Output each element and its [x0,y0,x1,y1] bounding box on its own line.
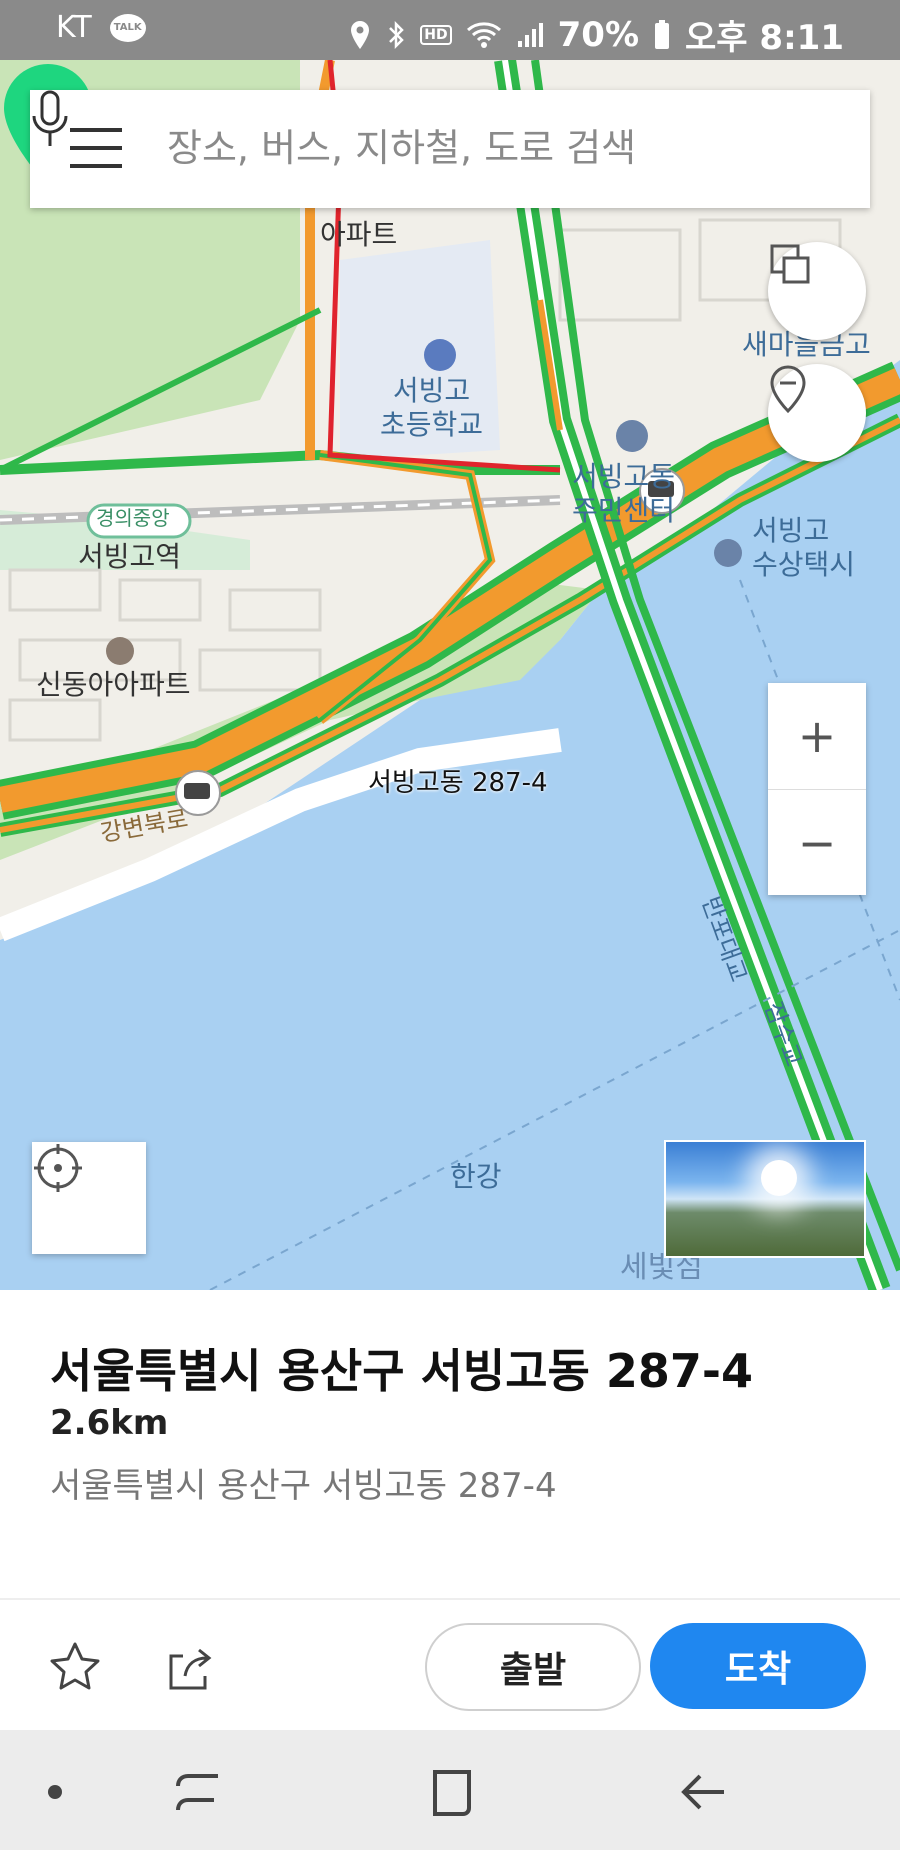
map-label-line-badge: 경의중앙 [96,506,170,530]
hd-voice-icon: HD [420,24,452,45]
map-label-river: 한강 [450,1160,502,1193]
map-label-station: 서빙고역 [78,540,182,573]
arrive-button[interactable]: 도착 [650,1623,866,1709]
divider [0,1598,900,1600]
status-left: KT TALK [56,10,146,45]
map-label-shindong-apt: 신동아아파트 [36,668,191,701]
battery-percent: 70% [557,14,640,55]
location-pin-outline-icon [770,365,806,414]
layers-icon [770,244,810,284]
wifi-icon [466,21,501,48]
signal-icon [517,22,543,47]
back-icon[interactable] [678,1770,728,1814]
status-right: HD 70% 오후 8:11 [348,10,844,59]
place-title: 서울특별시 용산구 서빙고동 287-4 [50,1344,754,1398]
search-bar [30,90,870,208]
search-input[interactable] [165,112,769,184]
mic-icon[interactable] [30,90,70,150]
share-icon[interactable] [165,1642,215,1692]
location-status-icon [351,20,370,49]
map-label-pin: 서빙고동 287-4 [368,768,548,798]
my-location-button[interactable] [32,1142,146,1254]
zoom-in-button[interactable]: + [768,683,866,790]
zoom-out-button[interactable]: − [768,790,866,896]
place-address: 서울특별시 용산구 서빙고동 287-4 [50,1466,557,1506]
nav-dot-icon [48,1785,62,1799]
recent-icon[interactable] [172,1770,222,1816]
place-sheet: 서울특별시 용산구 서빙고동 287-4 2.6km 서울특별시 용산구 서빙고… [0,1290,900,1730]
map-label-water-taxi: 서빙고 수상택시 [752,514,856,581]
clock: 오후 8:11 [685,18,844,58]
map-label-school: 서빙고 초등학교 [380,374,484,441]
location-mode-button[interactable] [768,364,866,462]
map-view[interactable]: 아파트 서빙고 초등학교 서빙고동 주민센터 새마을금고 경의중앙 서빙고역 서… [0,60,900,1290]
status-bar: KT TALK HD 70% 오후 8:11 [0,0,900,60]
depart-button[interactable]: 출발 [425,1623,641,1711]
layers-button[interactable] [768,242,866,340]
zoom-control: + − [768,683,866,895]
carrier-label: KT [56,10,92,45]
battery-icon [655,19,670,49]
map-label-community-center: 서빙고동 주민센터 [572,460,676,527]
system-nav-bar [0,1730,900,1850]
crosshair-icon [34,1144,82,1192]
place-distance: 2.6km [50,1403,169,1443]
home-icon[interactable] [427,1768,475,1818]
hamburger-icon[interactable] [70,128,122,168]
star-icon[interactable] [48,1640,102,1694]
map-label-apartment: 아파트 [320,218,398,251]
thumbnail-sun [761,1160,797,1196]
bluetooth-icon [389,20,405,49]
street-view-thumbnail[interactable] [664,1140,866,1258]
kakaotalk-icon: TALK [109,13,146,42]
